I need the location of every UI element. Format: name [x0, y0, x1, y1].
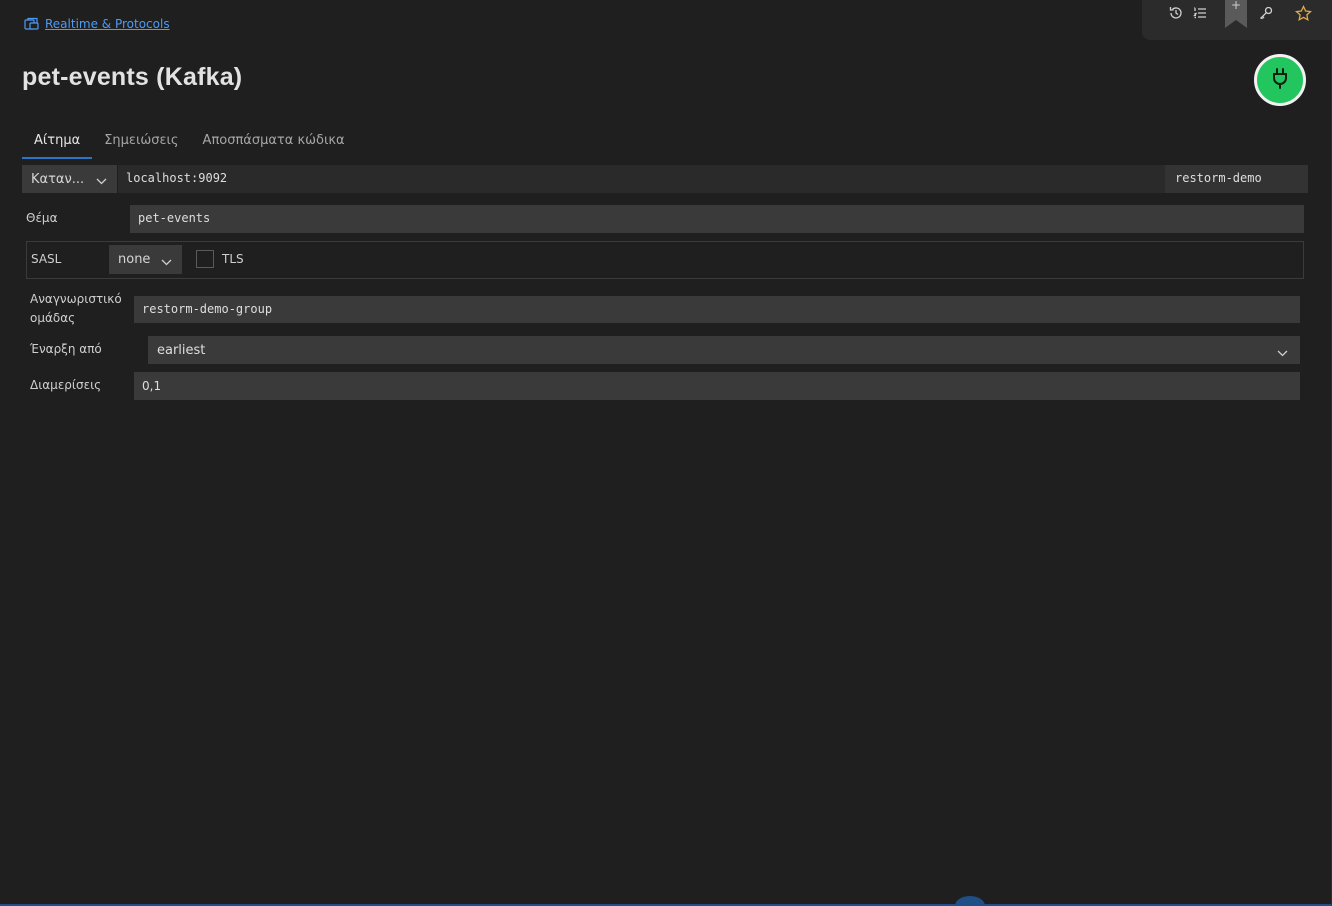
- group-id-label: Αναγνωριστικό ομάδας: [30, 290, 122, 328]
- connect-button[interactable]: [1254, 54, 1306, 106]
- request-tabs: Αίτημα Σημειώσεις Αποσπάσματα κώδικα: [22, 130, 357, 159]
- resize-handle[interactable]: [955, 896, 985, 906]
- environment-selector[interactable]: restorm-demo: [1165, 165, 1308, 193]
- sasl-settings: SASL none TLS: [26, 241, 1304, 279]
- sasl-select[interactable]: none: [109, 245, 182, 274]
- breadcrumb[interactable]: Realtime & Protocols: [24, 17, 170, 31]
- connection-bar: Καταν... localhost:9092 restorm-demo: [22, 165, 1308, 193]
- group-id-label-line1: Αναγνωριστικό: [30, 292, 122, 306]
- tab-request[interactable]: Αίτημα: [22, 130, 93, 159]
- start-from-value: earliest: [157, 343, 206, 358]
- tab-notes[interactable]: Σημειώσεις: [92, 130, 190, 157]
- partitions-label: Διαμερίσεις: [30, 378, 102, 392]
- page-title: pet-events (Kafka): [22, 63, 243, 91]
- tls-checkbox[interactable]: [196, 250, 214, 268]
- chevron-down-icon: [96, 174, 107, 189]
- collection-icon: [24, 17, 40, 31]
- key-icon[interactable]: [1258, 5, 1278, 25]
- chevron-down-icon: [161, 255, 172, 270]
- chevron-down-icon: [1277, 346, 1288, 361]
- kafka-request-page: Realtime & Protocols + pet-events (Kafka…: [0, 0, 1332, 906]
- history-icon[interactable]: [1168, 5, 1188, 25]
- broker-url-input[interactable]: localhost:9092: [117, 165, 1165, 193]
- mode-select[interactable]: Καταν...: [22, 165, 117, 193]
- sasl-select-value: none: [118, 252, 151, 267]
- topic-input[interactable]: pet-events: [130, 205, 1304, 233]
- group-id-label-line2: ομάδας: [30, 311, 76, 325]
- plug-icon: [1270, 67, 1290, 93]
- topic-label: Θέμα: [26, 211, 58, 225]
- start-from-label: Έναρξη από: [30, 342, 102, 356]
- start-from-select[interactable]: earliest: [148, 336, 1300, 364]
- bookmark-plus-label: +: [1230, 0, 1242, 12]
- mode-select-value: Καταν...: [31, 171, 85, 187]
- sasl-label: SASL: [31, 252, 62, 266]
- tab-code-snippets[interactable]: Αποσπάσματα κώδικα: [191, 130, 357, 157]
- star-icon[interactable]: [1295, 5, 1315, 25]
- partitions-input[interactable]: 0,1: [134, 372, 1300, 400]
- tls-label: TLS: [222, 252, 244, 266]
- breadcrumb-link[interactable]: Realtime & Protocols: [45, 17, 170, 31]
- request-toolbar: +: [1142, 0, 1332, 40]
- group-id-input[interactable]: restorm-demo-group: [134, 296, 1300, 323]
- list-icon[interactable]: [1192, 5, 1212, 25]
- bookmark-icon[interactable]: +: [1225, 0, 1247, 28]
